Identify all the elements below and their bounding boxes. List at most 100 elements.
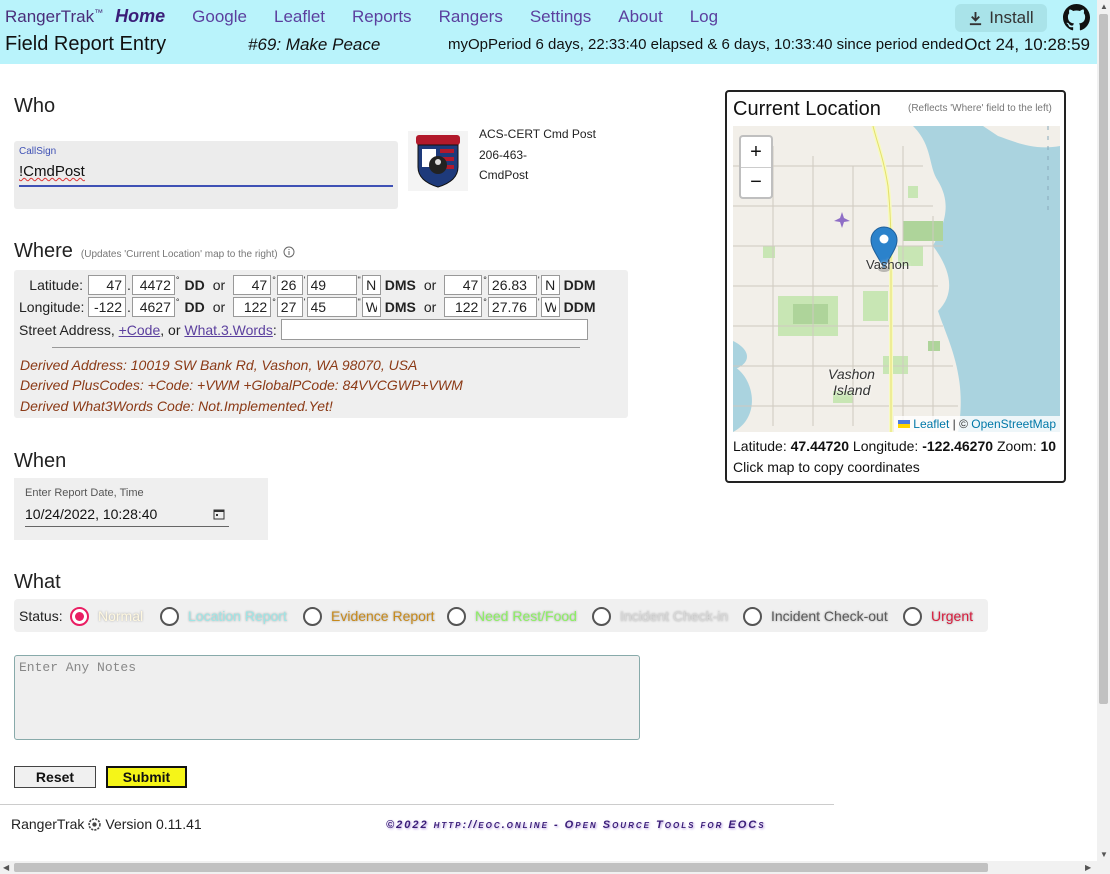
info-icon[interactable] [283, 246, 295, 258]
install-button[interactable]: Install [955, 4, 1047, 32]
map-coordinates: Latitude: 47.44720 Longitude: -122.46270… [733, 438, 1056, 454]
map-lon-label: Longitude: [852, 438, 919, 454]
callsign-input[interactable]: !CmdPost [19, 163, 85, 180]
lat-dms-sec[interactable] [306, 275, 357, 295]
zoom-out-button[interactable]: − [741, 167, 771, 197]
openstreetmap-link[interactable]: OpenStreetMap [971, 417, 1056, 431]
zoom-in-button[interactable]: + [741, 137, 771, 167]
lat-ddm-hemisphere[interactable] [540, 275, 560, 295]
footer-app-name: RangerTrak [11, 816, 85, 832]
location-map[interactable]: Vashon Vashon Island + − Leaflet | © Ope… [733, 126, 1060, 432]
callsign-field[interactable]: CallSign !CmdPost [14, 141, 398, 209]
github-icon[interactable] [1063, 4, 1090, 31]
status-incident-checkout-radio[interactable] [743, 607, 762, 626]
status-urgent-radio[interactable] [903, 607, 922, 626]
ranger-badge-image [408, 131, 468, 191]
nav-google[interactable]: Google [192, 7, 247, 27]
status-evidence-report-label[interactable]: Evidence Report [331, 608, 435, 624]
lon-dms-hemisphere[interactable] [361, 297, 381, 317]
lon-dms-deg[interactable] [233, 297, 272, 317]
nav-rangers[interactable]: Rangers [439, 7, 503, 27]
status-normal-radio[interactable] [70, 607, 89, 626]
scroll-down-arrow-icon[interactable]: ▼ [1100, 850, 1108, 859]
address-row: Street Address, +Code, or What.3.Words: [19, 319, 588, 340]
lat-dd-int[interactable] [88, 275, 126, 295]
ranger-name: ACS-CERT Cmd Post [479, 127, 596, 141]
status-incident-checkin-label[interactable]: Incident Check-in [620, 608, 728, 624]
nav-settings[interactable]: Settings [530, 7, 591, 27]
nav-about[interactable]: About [618, 7, 662, 27]
lon-dd-frac[interactable] [131, 297, 175, 317]
second-mark: " [357, 275, 361, 285]
status-normal-label[interactable]: Normal [98, 608, 143, 624]
page-title: Field Report Entry [5, 33, 167, 55]
longitude-row: Longitude: . ° DD or ° ' " DMS or ° ' DD… [19, 297, 596, 317]
ranger-callsign: CmdPost [479, 168, 529, 182]
status-incident-checkout-label[interactable]: Incident Check-out [771, 608, 888, 624]
datetime-input[interactable]: 10/24/2022, 10:28:40 [25, 506, 157, 522]
leaflet-link[interactable]: Leaflet [913, 417, 949, 431]
vertical-scrollbar[interactable]: ▲ ▼ [1097, 0, 1110, 862]
ukraine-flag-icon [897, 420, 910, 428]
nav-leaflet[interactable]: Leaflet [274, 7, 325, 27]
or-label: or [212, 299, 226, 315]
nav-home[interactable]: Home [115, 6, 165, 27]
scroll-right-arrow-icon[interactable]: ▶ [1085, 863, 1091, 872]
notes-textarea[interactable]: Enter Any Notes [14, 655, 640, 740]
lat-ddm-min[interactable] [487, 275, 537, 295]
lon-ddm-min[interactable] [487, 297, 537, 317]
status-need-rest-food-label[interactable]: Need Rest/Food [475, 608, 577, 624]
ranger-phone: 206-463- [479, 147, 528, 162]
longitude-label: Longitude: [19, 299, 85, 315]
footer-credit-link[interactable]: ©2022 http://eoc.online - Open Source To… [386, 819, 766, 831]
unit-ddm: DDM [563, 299, 596, 315]
status-location-report-label[interactable]: Location Report [188, 608, 287, 624]
horizontal-scroll-thumb[interactable] [14, 863, 988, 872]
status-evidence-report-radio[interactable] [303, 607, 322, 626]
scroll-up-arrow-icon[interactable]: ▲ [1100, 2, 1108, 11]
lat-dd-frac[interactable] [131, 275, 175, 295]
what-heading: What [14, 571, 61, 593]
pluscode-link[interactable]: +Code [119, 322, 161, 338]
map-zoom-value: 10 [1040, 438, 1057, 454]
lon-ddm-deg[interactable] [444, 297, 483, 317]
lat-dms-hemisphere[interactable] [361, 275, 381, 295]
decimal-point: . [127, 299, 131, 315]
map-title: Current Location [733, 98, 881, 120]
lon-dd-int[interactable] [88, 297, 126, 317]
callsign-label: CallSign [19, 146, 57, 157]
map-label-island: Vashon Island [828, 366, 875, 398]
lon-ddm-hemisphere[interactable] [540, 297, 560, 317]
where-note: (Updates 'Current Location' map to the r… [80, 249, 278, 260]
datetime-field[interactable]: Enter Report Date, Time 10/24/2022, 10:2… [14, 478, 268, 540]
calendar-icon[interactable] [213, 508, 225, 520]
submit-button[interactable]: Submit [106, 766, 187, 788]
unit-ddm: DDM [563, 277, 596, 293]
what3words-link[interactable]: What.3.Words [184, 322, 272, 338]
map-zoom-label: Zoom: [996, 438, 1037, 454]
nav-log[interactable]: Log [690, 7, 718, 27]
reset-button[interactable]: Reset [14, 766, 96, 788]
status-incident-checkin-radio[interactable] [592, 607, 611, 626]
or-label: or [212, 277, 226, 293]
map-tiles[interactable] [733, 126, 1060, 432]
lat-dms-deg[interactable] [233, 275, 272, 295]
scroll-left-arrow-icon[interactable]: ◀ [3, 863, 9, 872]
unit-dms: DMS [384, 299, 416, 315]
lat-dms-min[interactable] [276, 275, 303, 295]
status-location-report-radio[interactable] [160, 607, 179, 626]
status-urgent-label[interactable]: Urgent [931, 608, 973, 624]
lon-dms-sec[interactable] [306, 297, 357, 317]
address-input[interactable] [280, 319, 588, 340]
vertical-scroll-thumb[interactable] [1099, 14, 1108, 704]
incident-name: #69: Make Peace [248, 35, 381, 54]
map-lon-value: -122.46270 [922, 438, 994, 454]
callsign-underline [19, 185, 393, 187]
nav-reports[interactable]: Reports [352, 7, 412, 27]
horizontal-scrollbar[interactable]: ◀ ▶ [0, 861, 1110, 874]
lon-dms-min[interactable] [276, 297, 303, 317]
map-attribution: Leaflet | © OpenStreetMap [893, 416, 1060, 432]
lat-ddm-deg[interactable] [444, 275, 483, 295]
status-need-rest-food-radio[interactable] [447, 607, 466, 626]
footer-version-text: Version 0.11.41 [105, 816, 202, 832]
